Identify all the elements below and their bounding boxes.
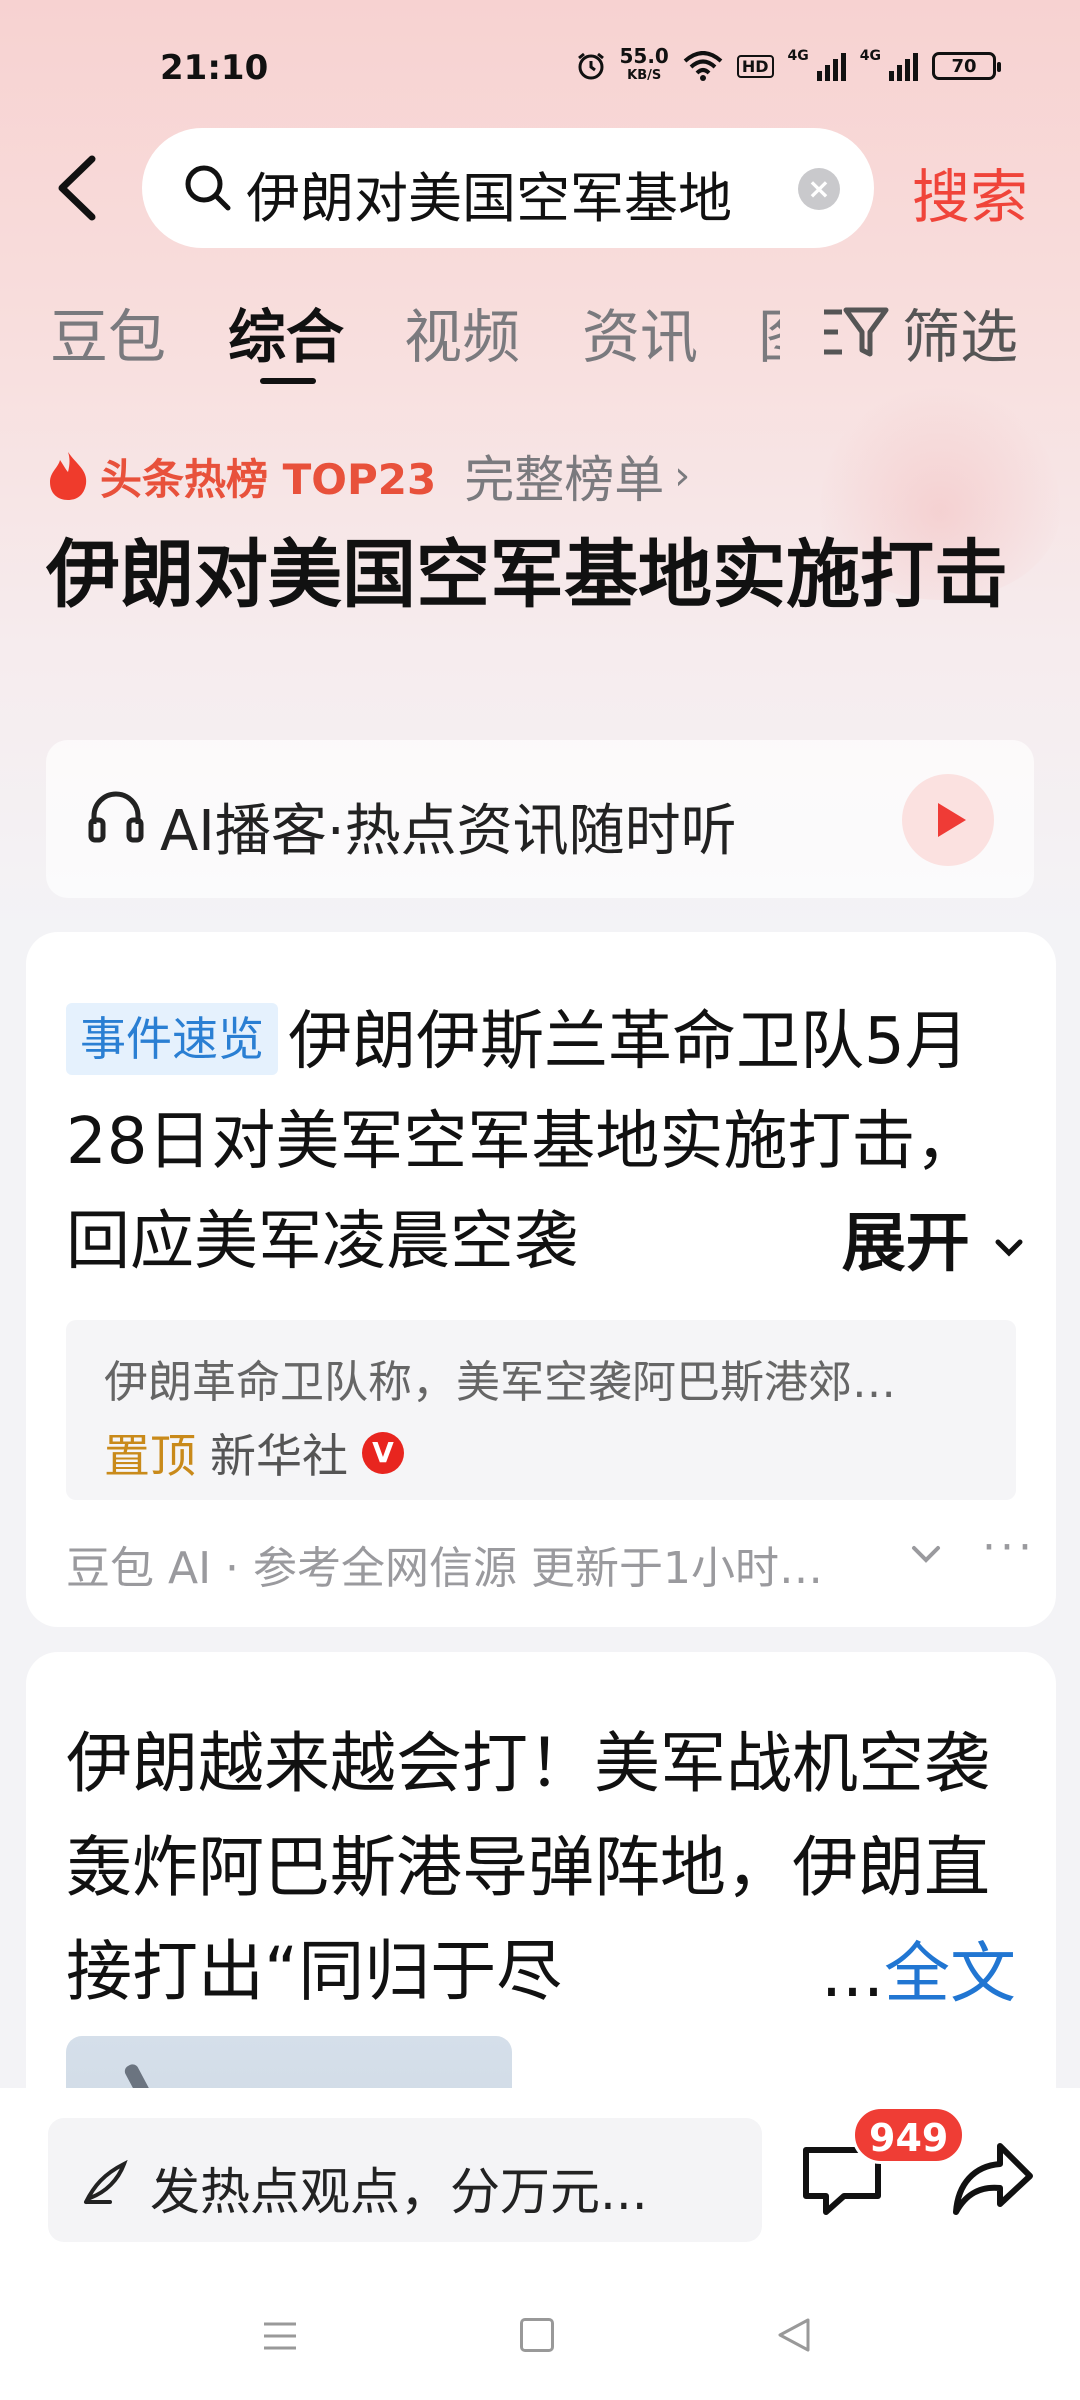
expand-label: 展开 bbox=[841, 1207, 970, 1281]
back-arrow-icon[interactable] bbox=[50, 153, 110, 223]
ai-footer: 豆包 AI · 参考全网信源 更新于1小时… ··· bbox=[66, 1522, 1032, 1596]
full-text-link[interactable]: ...全文 bbox=[761, 1920, 1016, 2016]
signal-bars-1-icon bbox=[816, 51, 846, 81]
pen-icon bbox=[84, 2159, 128, 2204]
source-name: 新华社 bbox=[210, 1429, 348, 1483]
filter-icon bbox=[824, 307, 889, 357]
tab-news[interactable]: 资讯 bbox=[582, 290, 698, 374]
recent-apps-icon[interactable] bbox=[262, 2320, 298, 2352]
topic-headline: 伊朗对美国空军基地实施打击 bbox=[46, 532, 1008, 618]
clear-search-icon[interactable]: × bbox=[798, 168, 840, 210]
source-meta: 置顶 新华社 V bbox=[104, 1420, 404, 1486]
podcast-label: AI播客·热点资讯随时听 bbox=[160, 799, 737, 864]
tab-video[interactable]: 视频 bbox=[404, 290, 520, 374]
event-badge: 事件速览 bbox=[66, 1003, 278, 1075]
home-icon[interactable] bbox=[520, 2318, 554, 2352]
hot-list-rank: 头条热榜 TOP23 bbox=[100, 454, 437, 504]
status-time: 21:10 bbox=[160, 48, 269, 88]
chevron-down-icon[interactable] bbox=[906, 1532, 946, 1576]
network-type-1: 4G bbox=[787, 48, 809, 64]
search-icon bbox=[185, 165, 231, 211]
filter-label: 筛选 bbox=[902, 303, 1019, 371]
wifi-icon bbox=[683, 51, 723, 81]
network-speed-value: 55.0 bbox=[619, 44, 669, 68]
system-nav-bar bbox=[0, 2278, 1080, 2400]
chevron-right-icon: › bbox=[674, 453, 691, 499]
verified-icon: V bbox=[362, 1432, 404, 1474]
battery-level: 70 bbox=[951, 55, 977, 77]
active-tab-indicator bbox=[260, 378, 316, 384]
comment-input[interactable]: 发热点观点，分万元... bbox=[48, 2118, 762, 2242]
bottom-action-bar: 发热点观点，分万元... 949 bbox=[0, 2088, 1080, 2278]
full-text-label: 全文 bbox=[884, 1935, 1016, 2012]
tab-comprehensive[interactable]: 综合 bbox=[228, 290, 344, 374]
event-summary-card[interactable]: 事件速览 伊朗伊斯兰革命卫队5月28日对美军空军基地实施打击，回应美军凌晨空袭 展… bbox=[26, 932, 1056, 1627]
network-speed: 55.0 KB/S bbox=[620, 46, 669, 86]
chevron-down-icon bbox=[995, 1239, 1023, 1257]
share-icon[interactable] bbox=[950, 2140, 1036, 2220]
hd-voice-icon: HD bbox=[736, 54, 774, 78]
comment-count-badge: 949 bbox=[852, 2106, 966, 2164]
source-snippet: 伊朗革命卫队称，美军空袭阿巴斯港郊… bbox=[104, 1357, 896, 1408]
search-input[interactable]: 伊朗对美国空军基地 bbox=[246, 154, 766, 233]
source-snippet-box[interactable]: 伊朗革命卫队称，美军空袭阿巴斯港郊… 置顶 新华社 V bbox=[66, 1320, 1016, 1500]
status-icons: 55.0 KB/S HD 4G 4G 70 bbox=[576, 46, 1001, 86]
ai-footer-text: 豆包 AI · 参考全网信源 更新于1小时… bbox=[66, 1543, 824, 1594]
search-button[interactable]: 搜索 bbox=[912, 150, 1028, 234]
expand-button[interactable]: 展开 bbox=[781, 1192, 1026, 1284]
nav-back-icon[interactable] bbox=[776, 2316, 812, 2354]
tab-doubao[interactable]: 豆包 bbox=[50, 290, 166, 374]
hot-list-row[interactable]: 头条热榜 TOP23 完整榜单 › bbox=[46, 440, 690, 512]
flame-icon bbox=[50, 452, 87, 500]
status-bar: 21:10 55.0 KB/S HD 4G 4G 70 bbox=[0, 40, 1080, 100]
search-row: 伊朗对美国空军基地 × 搜索 bbox=[0, 128, 1080, 248]
filter-button[interactable]: 筛选 bbox=[820, 290, 1018, 374]
full-list-link[interactable]: 完整榜单 bbox=[464, 440, 664, 512]
search-box[interactable]: 伊朗对美国空军基地 × bbox=[142, 128, 874, 248]
play-icon[interactable] bbox=[902, 774, 994, 866]
network-type-2: 4G bbox=[859, 48, 881, 64]
network-speed-unit: KB/S bbox=[627, 68, 662, 83]
category-tabs: 豆包 综合 视频 资讯 图 筛选 bbox=[0, 290, 1080, 390]
pinned-label: 置顶 bbox=[104, 1429, 196, 1483]
battery-icon: 70 bbox=[932, 52, 1001, 80]
more-options-icon[interactable]: ··· bbox=[982, 1522, 1036, 1573]
tab-images[interactable]: 图 bbox=[758, 290, 780, 374]
ellipsis: ... bbox=[821, 1935, 884, 2012]
signal-bars-2-icon bbox=[889, 51, 918, 81]
alarm-icon bbox=[577, 52, 604, 80]
ai-podcast-bar[interactable]: AI播客·热点资讯随时听 bbox=[46, 740, 1034, 898]
headphones-icon bbox=[88, 791, 144, 843]
comment-placeholder: 发热点观点，分万元... bbox=[150, 2163, 648, 2221]
